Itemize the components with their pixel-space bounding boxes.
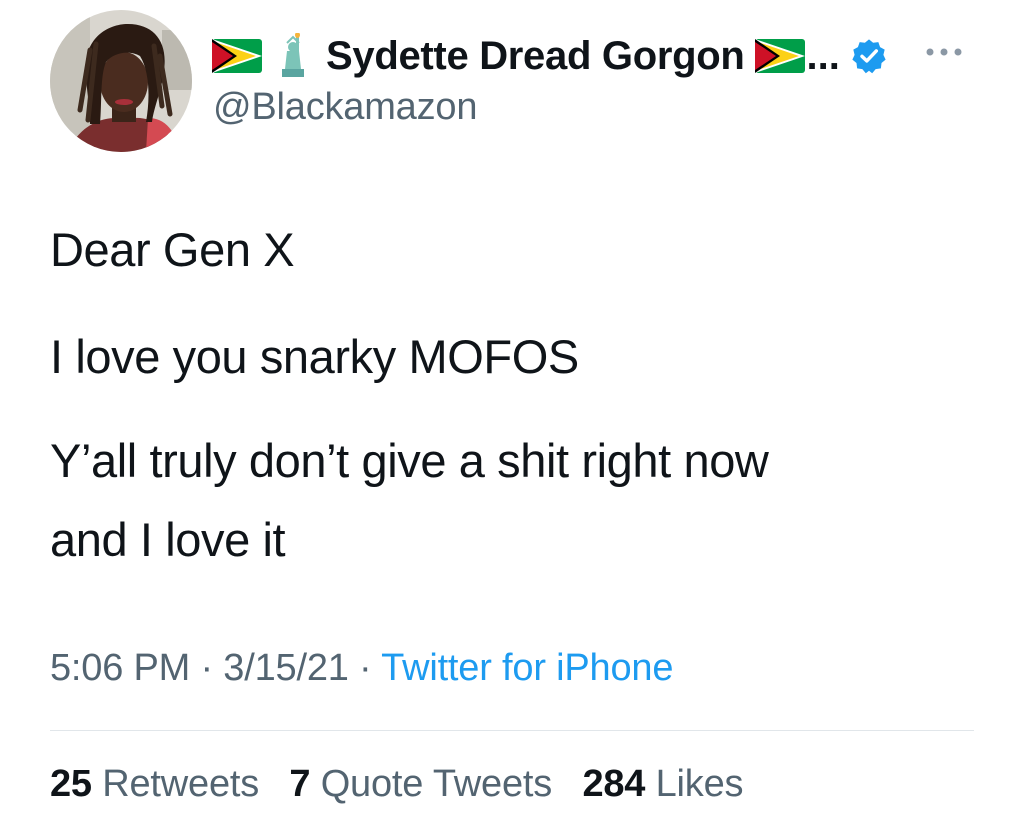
- meta-separator: ·: [348, 647, 382, 689]
- likes-stat[interactable]: 284 Likes: [582, 763, 743, 805]
- statue-of-liberty-icon: [272, 32, 312, 79]
- author-display-name[interactable]: Sydette Dread Gorgon: [326, 34, 745, 79]
- meta-separator: ·: [190, 647, 224, 689]
- verified-badge-icon: [850, 37, 888, 75]
- quote-tweets-count: 7: [289, 763, 311, 805]
- likes-label: Likes: [655, 763, 744, 805]
- tweet-time[interactable]: 5:06 PM: [50, 647, 190, 689]
- more-options-icon[interactable]: [922, 42, 966, 62]
- quote-tweets-label: Quote Tweets: [320, 763, 553, 805]
- tweet-date[interactable]: 3/15/21: [223, 647, 349, 689]
- tweet-text-line: Y’all truly don’t give a shit right now: [50, 434, 769, 487]
- tweet-source-link[interactable]: Twitter for iPhone: [381, 647, 673, 689]
- divider: [50, 730, 974, 731]
- tweet-text-line: I love you snarky MOFOS: [50, 330, 579, 383]
- likes-count: 284: [582, 763, 646, 805]
- tweet-text-line: and I love it: [50, 513, 286, 566]
- tweet-text-line: Dear Gen X: [50, 223, 295, 276]
- avatar-image: [50, 10, 192, 152]
- avatar[interactable]: [50, 10, 192, 152]
- quote-tweets-stat[interactable]: 7 Quote Tweets: [289, 763, 552, 805]
- tweet-card: Sydette Dread Gorgon ... @Blackamazon De…: [0, 0, 1024, 838]
- tweet-stats: 25 Retweets 7 Quote Tweets 284 Likes: [50, 763, 763, 806]
- tweet-meta: 5:06 PM · 3/15/21 · Twitter for iPhone: [50, 647, 673, 690]
- retweets-label: Retweets: [102, 763, 260, 805]
- guyana-flag-icon: [754, 39, 805, 73]
- guyana-flag-icon: [212, 39, 262, 73]
- name-truncation: ...: [806, 33, 840, 78]
- retweets-stat[interactable]: 25 Retweets: [50, 763, 259, 805]
- retweets-count: 25: [50, 763, 92, 805]
- author-handle[interactable]: @Blackamazon: [213, 86, 477, 129]
- author-name-row[interactable]: Sydette Dread Gorgon ...: [212, 28, 888, 84]
